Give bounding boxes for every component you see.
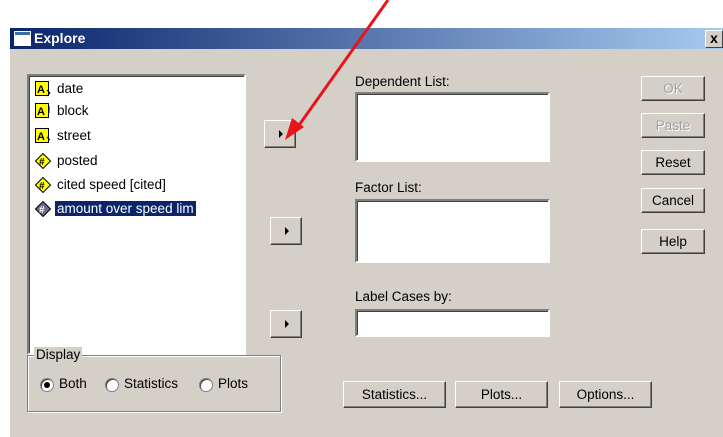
variable-label: cited speed [cited] — [57, 177, 166, 192]
numeric-variable-icon: # — [35, 177, 51, 193]
right-arrow-icon — [279, 130, 283, 138]
string-variable-icon: A — [35, 128, 51, 143]
statistics-button[interactable]: Statistics... — [343, 381, 446, 408]
label-cases-label: Label Cases by: — [355, 289, 452, 304]
reset-button[interactable]: Reset — [641, 150, 705, 175]
right-arrow-icon — [285, 227, 289, 235]
variable-label: posted — [57, 153, 98, 168]
help-button[interactable]: Help — [641, 229, 705, 254]
svg-text:#: # — [39, 205, 45, 216]
list-item[interactable]: # amount over speed lim — [33, 200, 263, 220]
list-item[interactable]: A date — [33, 80, 263, 100]
plots-button[interactable]: Plots... — [455, 381, 548, 408]
options-button[interactable]: Options... — [559, 381, 652, 408]
svg-text:A: A — [37, 131, 45, 143]
list-item[interactable]: A street — [33, 127, 263, 147]
move-to-factor-button[interactable] — [270, 217, 302, 245]
variable-label: block — [57, 103, 89, 118]
string-variable-icon: A — [35, 103, 50, 118]
title-bar: Explore x — [10, 28, 723, 49]
dependent-list[interactable] — [355, 92, 550, 162]
radio-statistics[interactable] — [105, 378, 119, 392]
window-icon — [14, 31, 31, 46]
radio-plots[interactable] — [199, 378, 213, 392]
explore-dialog: Explore x A date A block A street # post… — [10, 28, 723, 437]
radio-plots-label[interactable]: Plots — [218, 376, 248, 391]
move-to-dependent-button[interactable] — [264, 120, 296, 148]
list-item[interactable]: # cited speed [cited] — [33, 176, 263, 196]
paste-button[interactable]: Paste — [641, 113, 705, 138]
display-group-title: Display — [34, 347, 83, 362]
list-item[interactable]: A block — [33, 102, 263, 122]
svg-text:#: # — [39, 157, 45, 168]
cancel-button[interactable]: Cancel — [641, 188, 705, 213]
label-cases-field[interactable] — [355, 309, 550, 337]
window-title: Explore — [34, 30, 86, 46]
factor-list-label: Factor List: — [355, 180, 422, 195]
radio-statistics-label[interactable]: Statistics — [124, 376, 178, 391]
variable-label: date — [57, 81, 84, 96]
variable-label: amount over speed lim — [55, 201, 196, 216]
display-group: Display Both Statistics Plots — [27, 347, 281, 412]
radio-both-label[interactable]: Both — [59, 376, 87, 391]
close-button[interactable]: x — [705, 30, 723, 48]
right-arrow-icon — [285, 320, 289, 328]
svg-text:#: # — [39, 181, 45, 192]
variable-label: street — [57, 128, 91, 143]
variable-list[interactable]: A date A block A street # posted # cited… — [27, 74, 246, 355]
move-to-label-cases-button[interactable] — [270, 310, 302, 338]
factor-list[interactable] — [355, 199, 550, 263]
string-variable-icon: A — [35, 81, 51, 97]
radio-both[interactable] — [40, 378, 54, 392]
svg-text:A: A — [37, 84, 45, 96]
list-item[interactable]: # posted — [33, 152, 263, 172]
ok-button[interactable]: OK — [641, 76, 705, 101]
numeric-variable-icon: # — [35, 201, 51, 217]
svg-text:A: A — [37, 106, 45, 118]
dependent-list-label: Dependent List: — [355, 74, 450, 89]
numeric-variable-icon: # — [35, 153, 51, 169]
